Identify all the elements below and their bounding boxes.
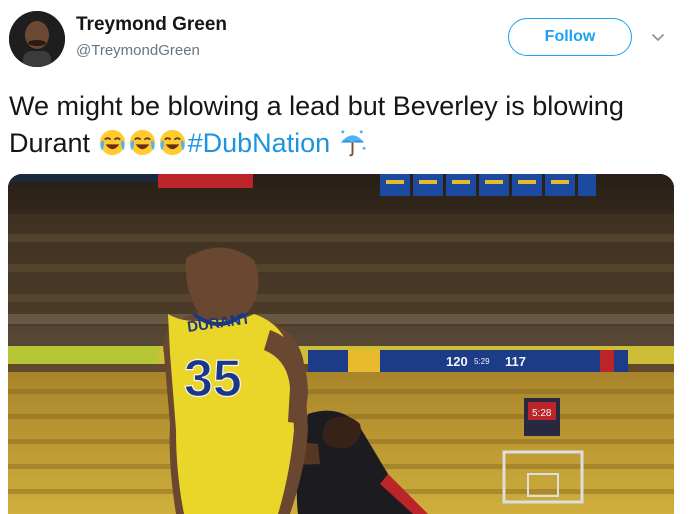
follow-button[interactable]: Follow [508, 18, 632, 56]
chevron-down-icon[interactable] [650, 30, 666, 46]
tweet-media-photo[interactable]: 120 117 5:29 5:28 DURANT 35 [8, 174, 674, 514]
umbrella-with-rain-drops-emoji-icon [340, 130, 366, 157]
basketball-photo: 120 117 5:29 5:28 DURANT 35 [8, 174, 674, 514]
face-with-tears-of-joy-emoji-icon [99, 129, 125, 156]
profile-avatar-icon [9, 11, 65, 67]
face-with-tears-of-joy-emoji-icon [159, 129, 185, 156]
face-with-tears-of-joy-emoji-icon [129, 129, 155, 156]
avatar[interactable] [9, 11, 65, 67]
user-handle[interactable]: @TreymondGreen [76, 42, 200, 59]
tweet-text: We might be blowing a lead but Beverley … [9, 88, 679, 162]
display-name[interactable]: Treymond Green [76, 14, 227, 36]
hashtag-link[interactable]: #DubNation [188, 128, 331, 158]
